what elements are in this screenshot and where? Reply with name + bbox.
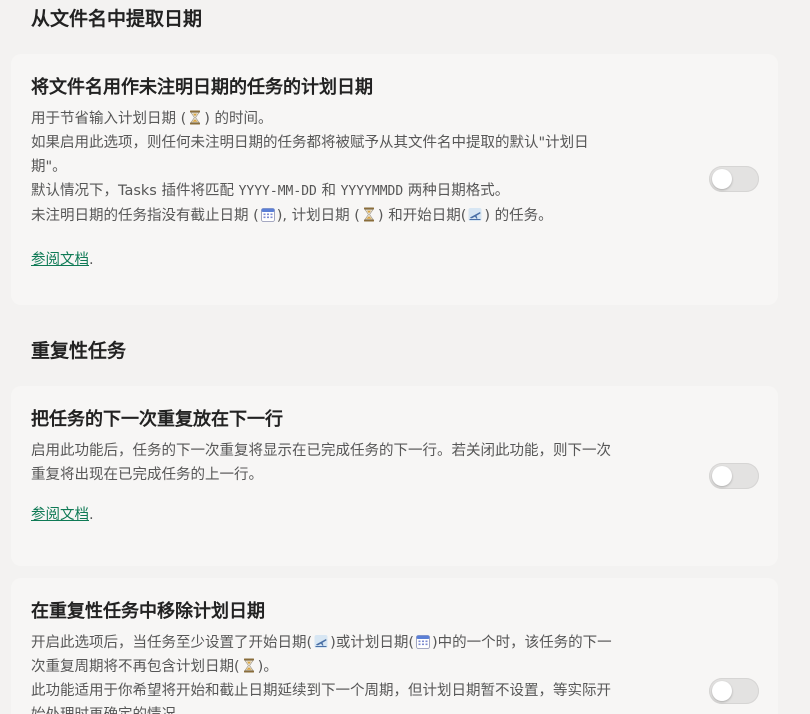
description-line: 次重复周期将不再包含计划日期()。 xyxy=(31,658,278,675)
setting-title: 在重复性任务中移除计划日期 xyxy=(31,601,265,622)
setting-description: 开启此选项后，当任务至少设置了开始日期()或计划日期()中的一个时，该任务的下一… xyxy=(31,631,671,714)
toggle-knob xyxy=(712,681,732,701)
calendar-icon xyxy=(416,634,430,649)
description-line: 始处理时再确定的情况。 xyxy=(31,703,671,714)
description-line: 未注明日期的任务指没有截止日期 (), 计划日期 () 和开始日期() 的任务。 xyxy=(31,207,553,224)
setting-title: 将文件名用作未注明日期的任务的计划日期 xyxy=(31,77,373,98)
doc-link-row: 参阅文档. xyxy=(31,252,94,268)
setting-title: 把任务的下一次重复放在下一行 xyxy=(31,409,283,430)
docs-link[interactable]: 参阅文档 xyxy=(31,252,89,268)
toggle-next-recurrence-below[interactable] xyxy=(709,463,759,489)
airplane-departure-icon xyxy=(468,207,482,222)
setting-description: 用于节省输入计划日期 () 的时间。 如果启用此选项，则任何未注明日期的任务都将… xyxy=(31,107,671,228)
description-line: 重复将出现在已完成任务的上一行。 xyxy=(31,467,263,483)
date-format-code: YYYY-MM-DD xyxy=(238,184,317,199)
calendar-icon xyxy=(260,207,275,222)
setting-description: 启用此功能后，任务的下一次重复将显示在已完成任务的下一行。若关闭此功能，则下一次… xyxy=(31,439,671,487)
setting-card-next-recurrence-below: 把任务的下一次重复放在下一行 启用此功能后，任务的下一次重复将显示在已完成任务的… xyxy=(11,386,778,566)
description-line: 用于节省输入计划日期 () 的时间。 xyxy=(31,110,273,127)
toggle-knob xyxy=(712,466,732,486)
hourglass-icon xyxy=(362,207,376,222)
description-line: 默认情况下，Tasks 插件将匹配 YYYY-MM-DD 和 YYYYMMDD … xyxy=(31,183,510,199)
hourglass-icon xyxy=(242,658,256,673)
docs-link[interactable]: 参阅文档 xyxy=(31,507,89,523)
date-format-code: YYYYMMDD xyxy=(340,184,404,199)
description-line: 此功能适用于你希望将开始和截止日期延续到下一个周期，但计划日期暂不设置，等实际开 xyxy=(31,683,611,699)
doc-link-row: 参阅文档. xyxy=(31,507,94,523)
toggle-knob xyxy=(712,169,732,189)
setting-card-remove-scheduled-on-recurrence: 在重复性任务中移除计划日期 开启此选项后，当任务至少设置了开始日期()或计划日期… xyxy=(11,578,778,714)
settings-page: 从文件名中提取日期 将文件名用作未注明日期的任务的计划日期 用于节省输入计划日期… xyxy=(0,0,810,714)
description-line: 开启此选项后，当任务至少设置了开始日期()或计划日期()中的一个时，该任务的下一 xyxy=(31,634,612,651)
setting-card-filename-as-scheduled: 将文件名用作未注明日期的任务的计划日期 用于节省输入计划日期 () 的时间。 如… xyxy=(11,54,778,305)
hourglass-icon xyxy=(188,110,202,125)
airplane-departure-icon xyxy=(314,634,328,649)
section-heading-recurring-tasks: 重复性任务 xyxy=(31,340,127,362)
toggle-remove-scheduled-on-recurrence[interactable] xyxy=(709,678,759,704)
section-heading-date-from-filename: 从文件名中提取日期 xyxy=(31,8,203,30)
toggle-filename-as-scheduled[interactable] xyxy=(709,166,759,192)
description-line: 启用此功能后，任务的下一次重复将显示在已完成任务的下一行。若关闭此功能，则下一次 xyxy=(31,443,611,459)
description-line: 如果启用此选项，则任何未注明日期的任务都将被赋予从其文件名中提取的默认"计划日 xyxy=(31,135,589,151)
description-line: 期"。 xyxy=(31,159,67,175)
